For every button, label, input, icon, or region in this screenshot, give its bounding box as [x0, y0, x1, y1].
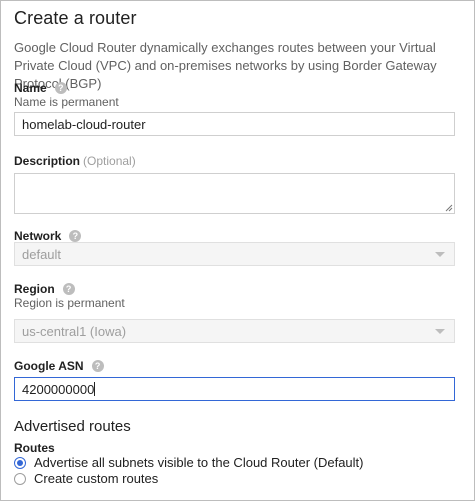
region-select: us-central1 (Iowa) [14, 319, 455, 343]
intro-text: Google Cloud Router dynamically exchange… [14, 40, 437, 91]
chevron-down-icon [435, 252, 445, 257]
radio-create-custom-routes[interactable]: Create custom routes [14, 471, 158, 486]
help-icon[interactable]: ? [69, 230, 82, 242]
help-icon[interactable]: ? [91, 360, 104, 372]
network-select: default [14, 242, 455, 266]
asn-input[interactable]: 4200000000 [14, 377, 455, 401]
network-label: Network [14, 229, 62, 243]
routes-label-row: Routes [14, 441, 55, 455]
routes-label: Routes [14, 441, 55, 455]
network-label-row: Network ? [14, 229, 82, 243]
region-label: Region [14, 282, 55, 296]
description-label-row: Description (Optional) [14, 154, 136, 168]
radio-label: Advertise all subnets visible to the Clo… [34, 455, 364, 470]
radio-button[interactable] [14, 472, 26, 485]
name-permanent-note: Name is permanent [14, 95, 119, 109]
asn-input-value: 4200000000 [22, 382, 95, 397]
resize-grip-icon[interactable] [445, 204, 453, 212]
name-input[interactable]: homelab-cloud-router [14, 112, 455, 136]
network-select-value: default [22, 247, 62, 262]
advertised-routes-title: Advertised routes [14, 418, 131, 435]
page-title: Create a router [14, 8, 137, 28]
help-icon[interactable]: ? [62, 283, 75, 295]
asn-label: Google ASN [14, 359, 84, 373]
help-icon[interactable]: ? [54, 82, 67, 94]
radio-button-checked[interactable] [14, 456, 26, 469]
name-input-value: homelab-cloud-router [22, 117, 146, 132]
region-select-value: us-central1 (Iowa) [22, 324, 127, 339]
optional-tag: (Optional) [83, 154, 136, 168]
radio-advertise-all-subnets[interactable]: Advertise all subnets visible to the Clo… [14, 455, 364, 470]
region-label-row: Region ? [14, 282, 75, 296]
name-label: Name [14, 81, 47, 95]
description-label: Description [14, 154, 81, 168]
name-label-row: Name ? [14, 81, 67, 95]
chevron-down-icon [435, 329, 445, 334]
description-textarea[interactable] [14, 173, 455, 214]
create-router-panel: Create a router Google Cloud Router dyna… [0, 0, 475, 501]
region-permanent-note: Region is permanent [14, 296, 125, 310]
asn-label-row: Google ASN ? [14, 359, 104, 373]
radio-label: Create custom routes [34, 471, 159, 486]
text-cursor [94, 382, 96, 396]
